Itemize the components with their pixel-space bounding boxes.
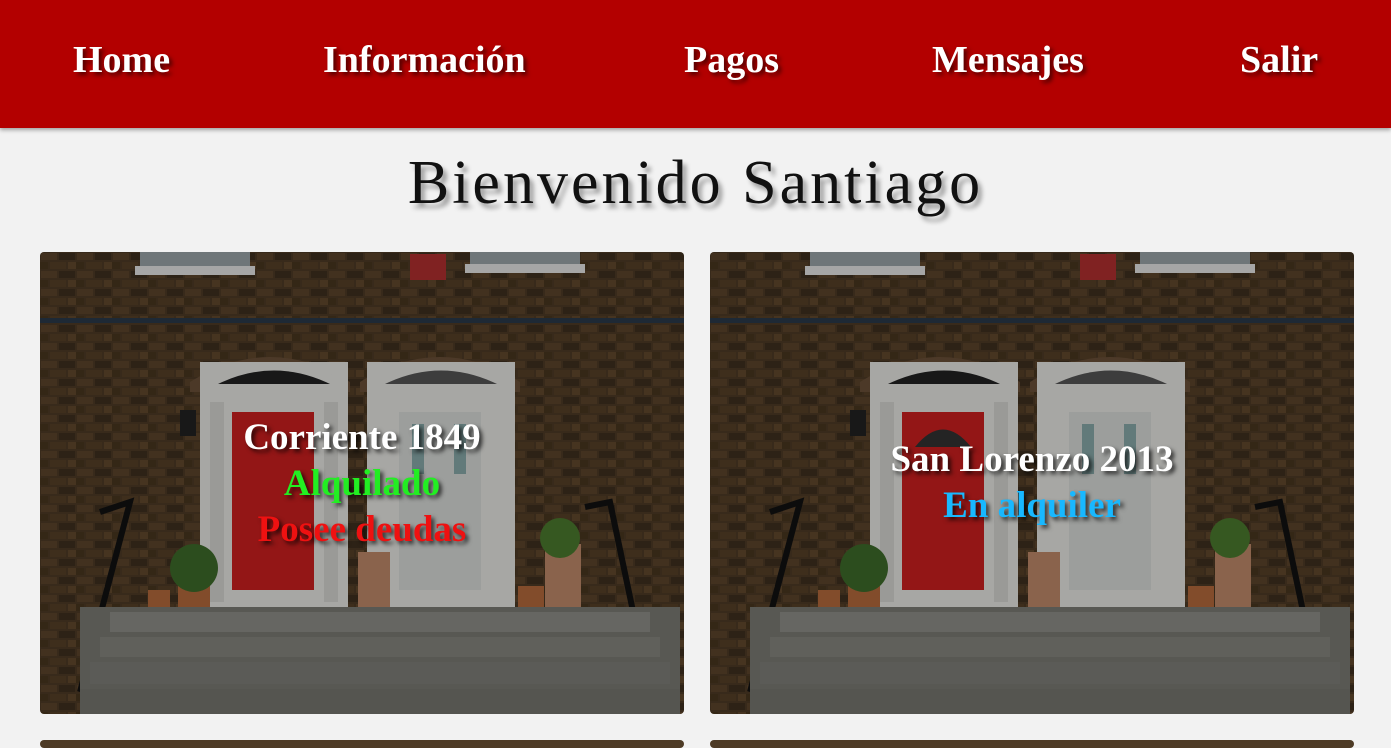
navbar: Home Información Pagos Mensajes Salir bbox=[0, 0, 1391, 128]
property-card-3[interactable] bbox=[40, 740, 684, 748]
property-address: San Lorenzo 2013 bbox=[890, 439, 1174, 480]
property-card-4[interactable] bbox=[710, 740, 1354, 748]
welcome-title: Bienvenido Santiago bbox=[407, 149, 984, 217]
nav-mensajes[interactable]: Mensajes bbox=[932, 38, 1084, 82]
property-card-1[interactable]: Corriente 1849 Alquilado Posee deudas bbox=[40, 252, 684, 714]
property-address: Corriente 1849 bbox=[243, 417, 481, 458]
property-status: En alquiler bbox=[943, 485, 1121, 526]
nav-pagos[interactable]: Pagos bbox=[684, 38, 779, 82]
nav-salir[interactable]: Salir bbox=[1240, 38, 1318, 82]
property-status: Alquilado bbox=[283, 463, 441, 504]
nav-home[interactable]: Home bbox=[73, 38, 170, 82]
property-card-2[interactable]: San Lorenzo 2013 En alquiler bbox=[710, 252, 1354, 714]
nav-informacion[interactable]: Información bbox=[323, 38, 526, 82]
property-debt: Posee deudas bbox=[257, 509, 467, 550]
card-text: San Lorenzo 2013 En alquiler bbox=[710, 437, 1354, 529]
card-text: Corriente 1849 Alquilado Posee deudas bbox=[40, 415, 684, 553]
